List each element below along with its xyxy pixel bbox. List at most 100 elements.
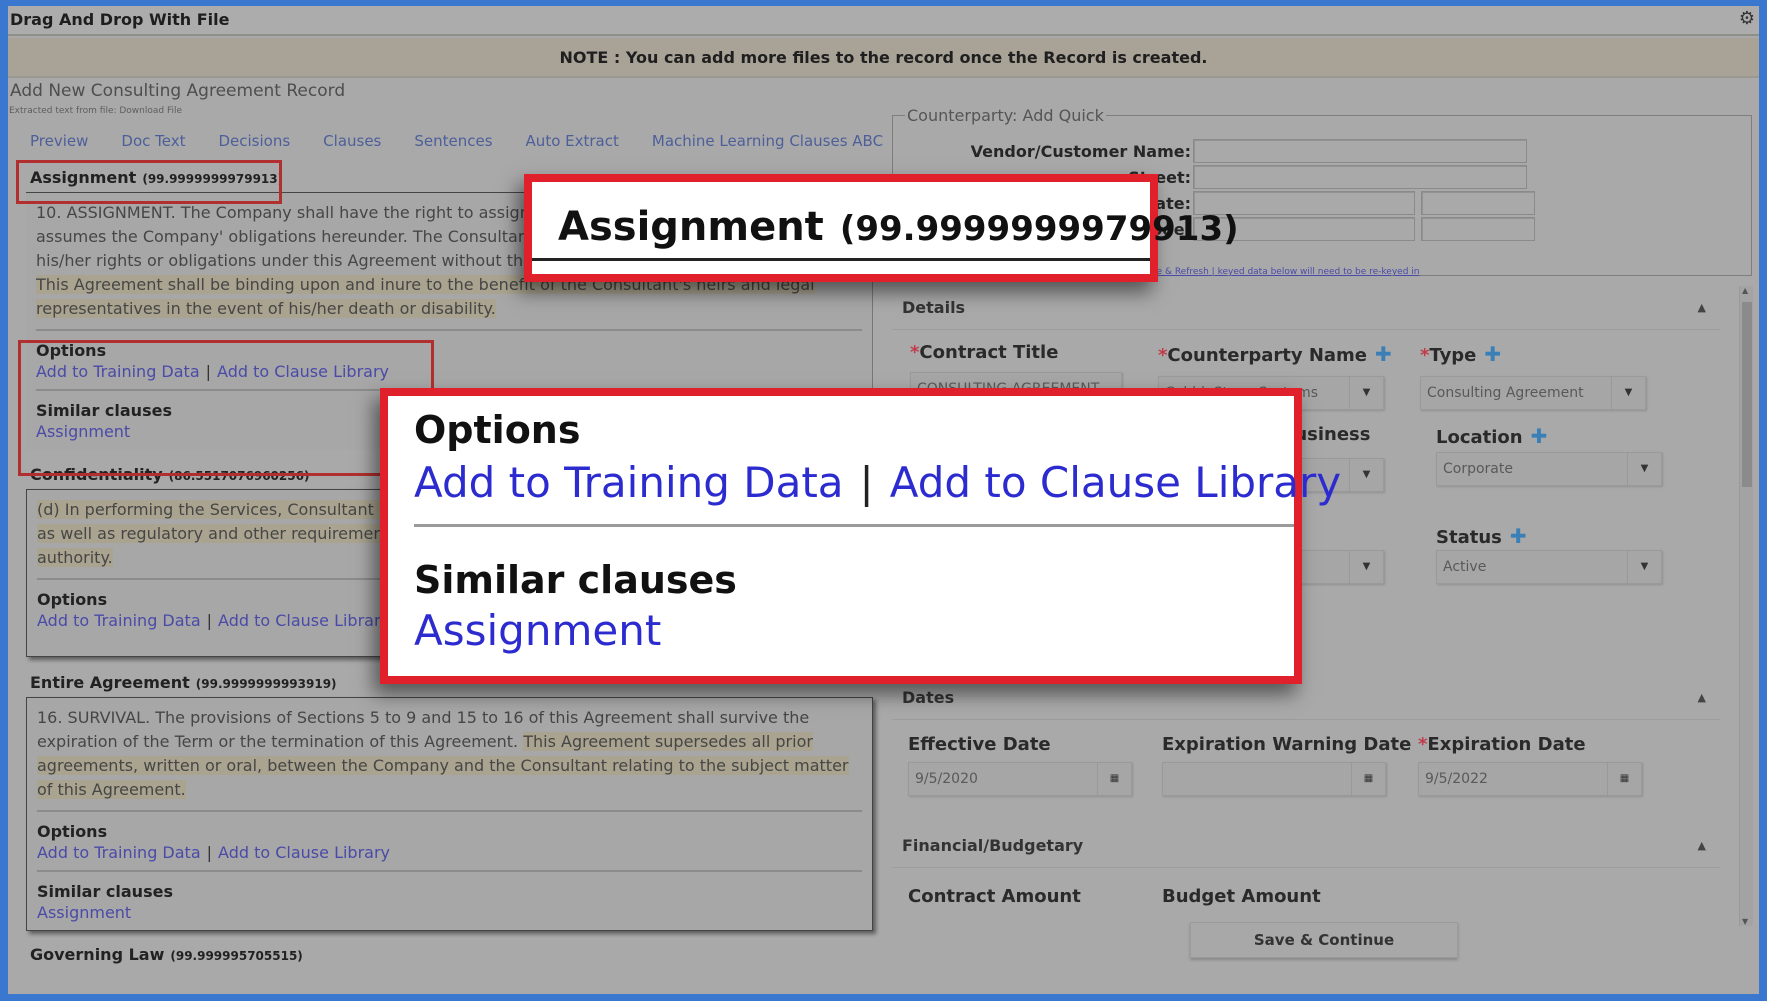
effective-date-label: Effective Date [908,734,1051,755]
expiration-date-label: *Expiration Date [1418,734,1586,755]
type-select[interactable]: Consulting Agreement ▼ [1420,376,1646,410]
save-refresh-link[interactable]: Save & Refresh | keyed data below will n… [1140,267,1420,277]
location-select[interactable]: Corporate ▼ [1436,452,1662,486]
callout-add-to-training-data-link[interactable]: Add to Training Data [414,458,844,507]
clause-text: 16. SURVIVAL. The provisions of Sections… [37,706,862,802]
callout-add-to-clause-library-link[interactable]: Add to Clause Library [890,458,1341,507]
add-to-training-data-link[interactable]: Add to Training Data [37,843,201,862]
status-label: Status ✚ [1436,524,1527,548]
clause-card: 16. SURVIVAL. The provisions of Sections… [26,697,873,931]
effective-date-input[interactable]: 9/5/2020 ▦ [908,762,1132,796]
zoom-callout-heading: Assignment (99.9999999979913) [524,174,1239,282]
form-scrollbar[interactable]: ▲ ▼ [1739,286,1753,926]
add-to-training-data-link[interactable]: Add to Training Data [37,611,201,630]
tab-sentences[interactable]: Sentences [414,132,492,150]
divider [414,524,1294,527]
separator: | [206,611,213,630]
calendar-icon[interactable]: ▦ [1607,763,1641,795]
collapse-icon[interactable]: ▲ [1698,676,1706,720]
dropdown-arrow-icon[interactable]: ▼ [1627,453,1661,485]
divider [532,258,1150,261]
add-to-clause-library-link[interactable]: Add to Clause Library [218,843,390,862]
label-text: Location [1436,427,1523,448]
state-input[interactable] [1421,191,1535,215]
app-window: Drag And Drop With File ⚙ NOTE : You can… [8,6,1759,994]
scroll-down-icon[interactable]: ▼ [1742,917,1748,926]
expiration-warning-date-input[interactable]: ▦ [1162,762,1386,796]
separator: | [859,458,874,507]
required-marker: * [910,342,920,363]
calendar-icon[interactable]: ▦ [1097,763,1131,795]
collapse-icon[interactable]: ▲ [1698,824,1706,868]
tab-auto-extract[interactable]: Auto Extract [526,132,619,150]
callout-clause-heading: Assignment (99.9999999979913) [558,204,1239,250]
select-value: Corporate [1443,461,1513,477]
clause-name: Entire Agreement [30,673,190,692]
label-text: Counterparty Name [1167,345,1368,366]
callout-similar-clause-link[interactable]: Assignment [414,606,661,655]
record-subtitle[interactable]: Extracted text from file: Download File [9,106,182,116]
window-title: Drag And Drop With File [10,10,230,29]
callout-clause-score: (99.9999999979913) [839,209,1239,249]
divider [36,329,862,331]
options-label: Options [37,822,108,841]
add-to-clause-library-link[interactable]: Add to Clause Library [218,611,390,630]
similar-clauses-label: Similar clauses [37,882,173,901]
label-text: Status [1436,527,1502,548]
type-label: *Type ✚ [1420,342,1501,366]
tab-doc-text[interactable]: Doc Text [121,132,185,150]
clause-name: Governing Law [30,945,165,964]
dropdown-arrow-icon[interactable]: ▼ [1349,377,1383,409]
plus-icon[interactable]: ✚ [1375,342,1392,366]
plus-icon[interactable]: ✚ [1510,524,1527,548]
label-text: Expiration Date [1427,734,1586,755]
dropdown-arrow-icon[interactable]: ▼ [1627,551,1661,583]
scroll-up-icon[interactable]: ▲ [1742,286,1748,295]
note-banner: NOTE : You can add more files to the rec… [8,38,1759,78]
gears-icon[interactable]: ⚙ [1739,8,1755,29]
clause-score: (99.999995705515) [170,949,303,963]
contract-amount-label: Contract Amount [908,886,1081,907]
tab-clauses[interactable]: Clauses [323,132,381,150]
tab-preview[interactable]: Preview [30,132,88,150]
plus-icon[interactable]: ✚ [1531,424,1548,448]
similar-clause-link[interactable]: Assignment [37,903,131,922]
required-marker: * [1418,734,1428,755]
vendor-name-input[interactable] [1193,139,1527,163]
plus-icon[interactable]: ✚ [1484,342,1501,366]
highlight-outline [18,340,434,476]
clause-heading: Governing Law (99.999995705515) [18,941,873,969]
tab-ml-clauses[interactable]: Machine Learning Clauses ABC [652,132,883,150]
date-value: 9/5/2020 [915,771,978,787]
financial-section-header[interactable]: Financial/Budgetary ▲ [892,824,1720,868]
dropdown-arrow-icon[interactable]: ▼ [1611,377,1645,409]
save-and-continue-button[interactable]: Save & Continue [1190,922,1458,958]
street-input[interactable] [1193,165,1527,189]
status-select[interactable]: Active ▼ [1436,550,1662,584]
country-input[interactable] [1421,217,1535,241]
collapse-icon[interactable]: ▲ [1698,286,1706,330]
highlight-outline [16,160,282,204]
dropdown-arrow-icon[interactable]: ▼ [1349,551,1383,583]
label-text: Contract Title [919,342,1059,363]
divider [37,870,862,872]
location-label: Location ✚ [1436,424,1547,448]
details-section-header[interactable]: Details ▲ [892,286,1720,330]
vendor-name-label: Vendor/Customer Name: [970,141,1191,161]
counterparty-legend: Counterparty: Add Quick [907,106,1104,125]
required-marker: * [1420,345,1430,366]
select-value: Active [1443,559,1487,575]
dropdown-arrow-icon[interactable]: ▼ [1349,459,1383,491]
title-bar: Drag And Drop With File ⚙ [8,6,1759,36]
dates-header-label: Dates [902,688,955,707]
callout-options-links: Add to Training Data | Add to Clause Libra… [414,458,1341,507]
clause-score: (99.9999999993919) [195,677,337,691]
calendar-icon[interactable]: ▦ [1351,763,1385,795]
date-value: 9/5/2022 [1425,771,1488,787]
options-links: Add to Training Data | Add to Clause Libra… [37,843,862,862]
required-marker: * [1158,345,1168,366]
scrollbar-thumb[interactable] [1742,302,1752,487]
tab-decisions[interactable]: Decisions [218,132,290,150]
expiration-date-input[interactable]: 9/5/2022 ▦ [1418,762,1642,796]
zoom-callout-options: Options Add to Training Data | Add to Clau… [380,388,1341,684]
